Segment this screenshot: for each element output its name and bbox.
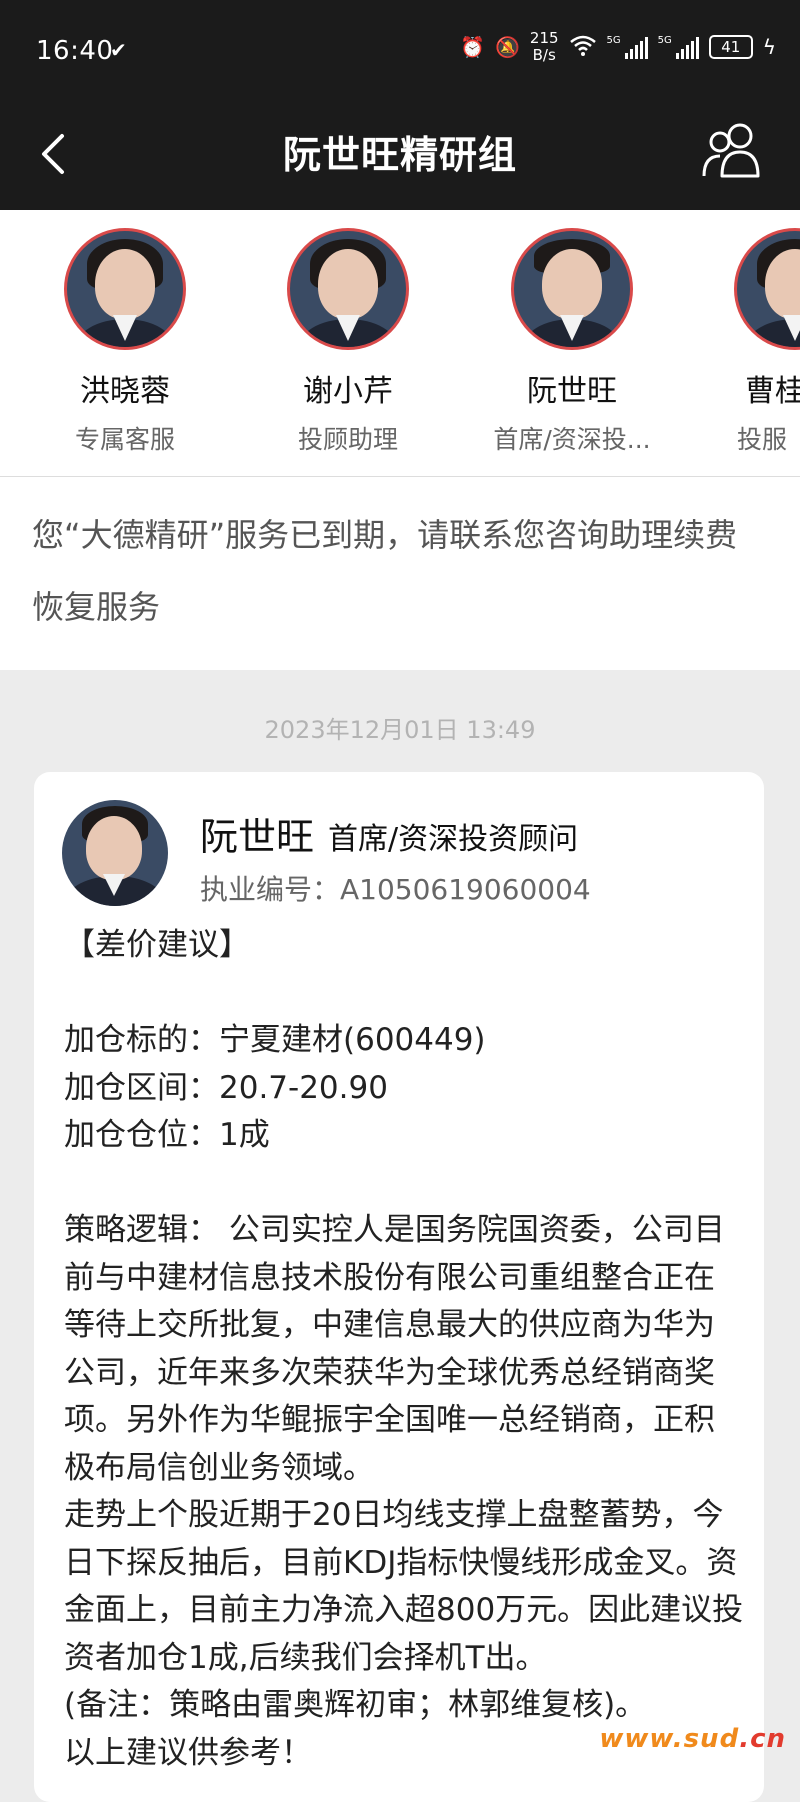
avatar (64, 228, 186, 350)
page-title: 阮世旺精研组 (282, 133, 517, 177)
net-speed: 215 B/s (529, 29, 559, 64)
advisor-list: 洪晓蓉 专属客服 谢小芹 投顾助理 阮世旺 首席/资深投... 曹桂 投服 (0, 210, 800, 477)
author-title: 首席/资深投资顾问 (328, 822, 579, 857)
advisor-item[interactable]: 阮世旺 首席/资深投... (492, 228, 652, 456)
message-body: 【差价建议】 加仓标的：宁夏建材(600449) 加仓区间：20.7-20.90… (64, 927, 744, 1771)
service-expired-notice: 您“大德精研”服务已到期，请联系您咨询助理续费恢复服务 (0, 477, 800, 670)
status-icons: ⏰ 🔕 215 B/s 5G 5G 41 ϟ (460, 30, 776, 64)
status-time: 16:40 (36, 36, 114, 66)
advisor-item[interactable]: 洪晓蓉 专属客服 (45, 228, 205, 456)
advisor-role: 投顾助理 (297, 425, 398, 454)
group-members-icon[interactable] (700, 118, 766, 184)
message-timestamp: 2023年12月01日 13:49 (264, 716, 536, 744)
nav-bar: 阮世旺精研组 (0, 100, 800, 210)
avatar (287, 228, 409, 350)
license-number: 执业编号：A1050619060004 (200, 873, 591, 906)
author-name: 阮世旺 (200, 815, 315, 859)
avatar (511, 228, 633, 350)
message-card: 阮世旺 首席/资深投资顾问 执业编号：A1050619060004 【差价建议】… (34, 772, 764, 1802)
advisor-name: 阮世旺 (527, 374, 617, 409)
mute-icon: 🔕 (495, 35, 520, 59)
advisor-name: 洪晓蓉 (80, 374, 170, 409)
notice-text: 您“大德精研”服务已到期，请联系您咨询助理续费恢复服务 (32, 516, 738, 626)
status-bar: 16:40 ✔ ⏰ 🔕 215 B/s 5G 5G 41 ϟ (0, 0, 800, 100)
advisor-role: 首席/资深投... (493, 425, 651, 454)
wifi-icon (569, 34, 597, 61)
hd-check-icon: ✔ (110, 38, 127, 62)
advisor-role: 投服 (737, 425, 788, 454)
signal-icon-1: 5G (607, 35, 648, 59)
advisor-item[interactable]: 曹桂 投服 (715, 228, 800, 456)
charging-icon: ϟ (762, 35, 776, 59)
watermark: www.sud.cn (599, 1724, 786, 1754)
advisor-name: 谢小芹 (303, 374, 393, 409)
avatar (734, 228, 800, 350)
signal-icon-2: 5G (658, 35, 699, 59)
advisor-name: 曹桂 (745, 374, 800, 409)
advisor-item[interactable]: 谢小芹 投顾助理 (268, 228, 428, 456)
author-avatar[interactable] (62, 800, 168, 906)
advisor-role: 专属客服 (74, 425, 175, 454)
battery-icon: 41 (708, 35, 753, 59)
alarm-icon: ⏰ (460, 35, 485, 59)
